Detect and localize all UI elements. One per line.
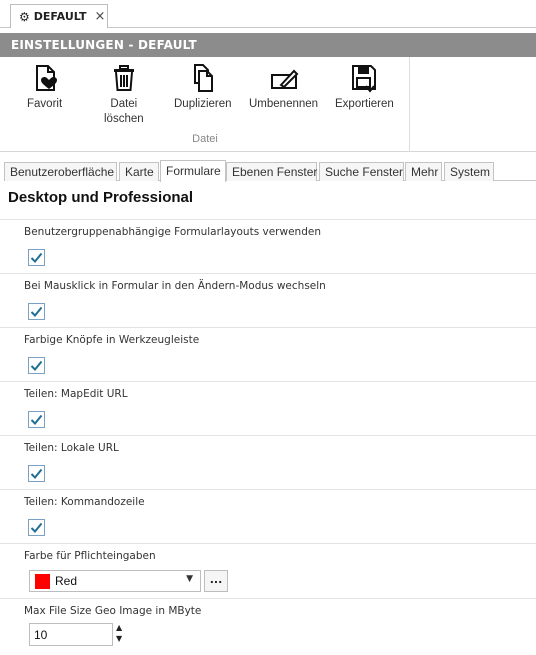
- setting-label: Farbige Knöpfe in Werkzeugleiste: [24, 334, 200, 346]
- settings-tabs: Benutzeroberfläche Karte Formulare Ebene…: [4, 160, 536, 182]
- setting-row: Teilen: MapEdit URL: [0, 381, 536, 435]
- setting-row: Bei Mausklick in Formular in den Ändern-…: [0, 273, 536, 327]
- document-tab-default[interactable]: ⚙ DEFAULT ×: [10, 4, 108, 28]
- rename-icon: [270, 69, 298, 89]
- color-picker-button[interactable]: ...: [204, 570, 228, 592]
- setting-checkbox[interactable]: [28, 465, 45, 482]
- setting-checkbox[interactable]: [28, 411, 45, 428]
- setting-label: Teilen: MapEdit URL: [24, 388, 128, 400]
- setting-checkbox[interactable]: [28, 357, 45, 374]
- setting-label: Bei Mausklick in Formular in den Ändern-…: [24, 280, 326, 292]
- export-label: Exportieren: [335, 98, 394, 110]
- tab-benutzeroberflaeche[interactable]: Benutzeroberfläche: [4, 162, 117, 181]
- ribbon-group-datei: Favorit Datei löschen Duplizieren Umbene…: [0, 57, 410, 152]
- setting-label: Benutzergruppenabhängige Formularlayouts…: [24, 226, 321, 238]
- ribbon-group-label: Datei: [192, 133, 218, 145]
- tab-suche-fenster[interactable]: Suche Fenster: [319, 162, 404, 181]
- setting-row-color: Farbe für Pflichteingaben Red ▼ ...: [0, 543, 536, 598]
- tab-formulare[interactable]: Formulare: [160, 160, 226, 182]
- setting-row: Benutzergruppenabhängige Formularlayouts…: [0, 219, 536, 273]
- delete-file-label: Datei löschen: [104, 98, 144, 125]
- export-button[interactable]: Exportieren: [335, 63, 394, 112]
- page-title: EINSTELLUNGEN - DEFAULT: [0, 33, 536, 57]
- checkmark-icon: [30, 252, 43, 263]
- spin-down-icon[interactable]: ▼: [116, 634, 122, 643]
- favorite-icon: [35, 65, 57, 91]
- setting-label: Teilen: Lokale URL: [24, 442, 119, 454]
- duplicate-label: Duplizieren: [174, 98, 232, 110]
- favorite-label: Favorit: [27, 98, 63, 110]
- setting-label: Teilen: Kommandozeile: [24, 496, 145, 508]
- tab-ebenen-fenster[interactable]: Ebenen Fenster: [226, 162, 317, 181]
- document-tabstrip: ⚙ DEFAULT ×: [0, 0, 536, 28]
- duplicate-icon: [193, 64, 213, 92]
- export-icon: [352, 65, 377, 93]
- checkmark-icon: [30, 468, 43, 479]
- section-title: Desktop und Professional: [8, 189, 194, 206]
- chevron-down-icon: ▼: [186, 574, 193, 584]
- color-swatch: [35, 573, 50, 589]
- setting-checkbox[interactable]: [28, 249, 45, 266]
- setting-row: Teilen: Lokale URL: [0, 435, 536, 489]
- ribbon: Favorit Datei löschen Duplizieren Umbene…: [0, 57, 536, 152]
- gear-icon: ⚙: [19, 9, 30, 24]
- trash-icon: [113, 65, 134, 91]
- favorite-button[interactable]: Favorit: [27, 63, 62, 112]
- setting-checkbox[interactable]: [28, 519, 45, 536]
- setting-label: Max File Size Geo Image in MByte: [24, 605, 202, 617]
- rename-button[interactable]: Umbenennen: [249, 63, 318, 112]
- setting-label: Farbe für Pflichteingaben: [24, 550, 156, 562]
- checkmark-icon: [30, 360, 43, 371]
- checkmark-icon: [30, 522, 43, 533]
- tab-karte[interactable]: Karte: [119, 162, 159, 181]
- setting-checkbox[interactable]: [28, 303, 45, 320]
- setting-row-max-file-size: Max File Size Geo Image in MByte ▲ ▼: [0, 598, 536, 655]
- color-value: Red: [55, 574, 78, 588]
- spin-up-icon[interactable]: ▲: [116, 623, 122, 632]
- checkmark-icon: [30, 306, 43, 317]
- duplicate-button[interactable]: Duplizieren: [174, 63, 232, 112]
- close-icon[interactable]: ×: [94, 9, 105, 24]
- tab-mehr[interactable]: Mehr: [405, 162, 442, 181]
- document-tab-title: DEFAULT: [33, 10, 87, 23]
- setting-row: Teilen: Kommandozeile: [0, 489, 536, 543]
- setting-row: Farbige Knöpfe in Werkzeugleiste: [0, 327, 536, 381]
- delete-file-button[interactable]: Datei löschen: [104, 63, 144, 127]
- color-dropdown[interactable]: Red ▼: [29, 570, 201, 592]
- max-file-size-spinner: ▲ ▼: [115, 623, 127, 646]
- rename-label: Umbenennen: [249, 98, 319, 110]
- checkmark-icon: [30, 414, 43, 425]
- tab-system[interactable]: System: [444, 162, 494, 181]
- max-file-size-input[interactable]: [29, 623, 113, 646]
